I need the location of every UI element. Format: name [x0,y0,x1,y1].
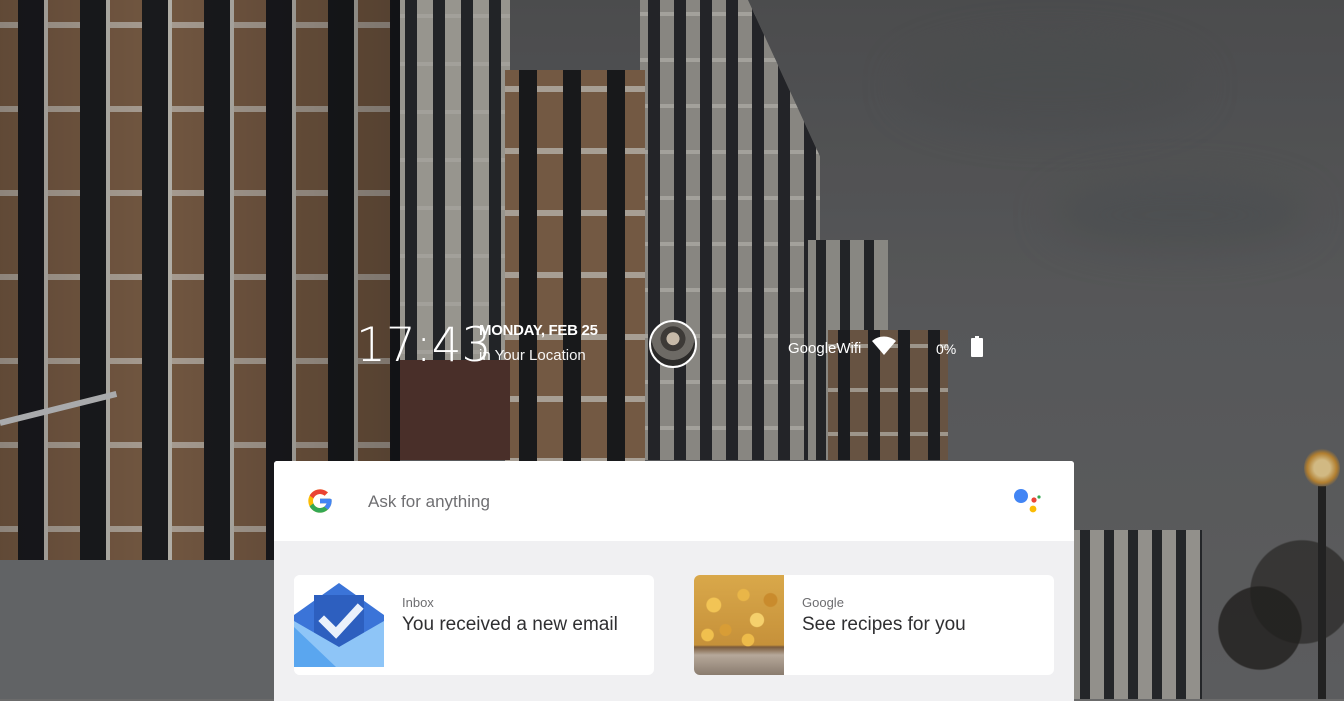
suggestion-card-inbox[interactable]: Inbox You received a new email [294,575,654,675]
suggestion-source: Google [802,595,844,610]
location-label: in Your Location [479,347,586,364]
recipe-thumbnail [694,575,784,675]
inbox-envelope-icon [294,575,384,675]
search-input[interactable]: Ask for anything [368,491,490,513]
suggestion-source: Inbox [402,595,434,610]
wifi-icon [872,336,896,355]
battery-percent: 0% [936,341,957,357]
search-bar[interactable]: Ask for anything [274,461,1074,541]
suggestion-text: You received a new email [402,614,618,635]
assistant-card: Ask for anything Inbox You received a ne… [274,461,1074,701]
wifi-name: GoogleWifi [788,340,862,357]
google-assistant-icon[interactable] [1012,487,1042,515]
google-g-icon [308,489,332,513]
suggestion-text: See recipes for you [802,614,966,635]
user-avatar[interactable] [649,320,697,368]
clock-time: 17:43 [356,318,492,373]
date-label: MONDAY, FEB 25 [479,322,598,339]
date-block: MONDAY, FEB 25 in Your Location [479,322,598,366]
suggestion-card-recipes[interactable]: Google See recipes for you [694,575,1054,675]
battery-icon [971,336,983,357]
